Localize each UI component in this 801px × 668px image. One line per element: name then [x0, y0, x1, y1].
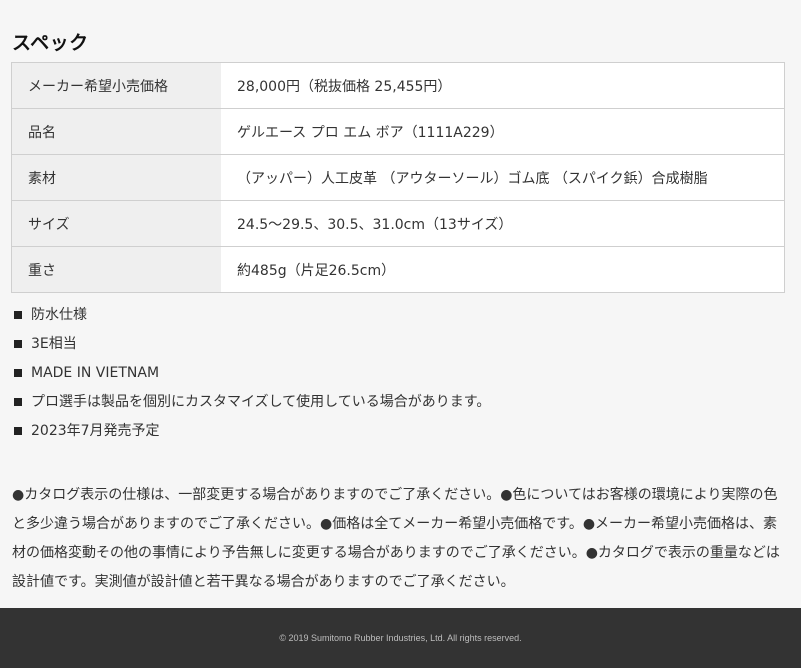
- feature-text: 3E相当: [31, 335, 77, 352]
- spec-label: 素材: [11, 154, 221, 201]
- square-bullet-icon: [14, 339, 22, 348]
- square-bullet-icon: [14, 426, 22, 435]
- square-bullet-icon: [14, 397, 22, 406]
- spec-label: サイズ: [11, 200, 221, 247]
- section-title: スペック: [12, 31, 89, 54]
- table-row: サイズ 24.5～29.5、30.5、31.0cm（13サイズ）: [11, 200, 785, 247]
- feature-text: プロ選手は製品を個別にカスタマイズして使用している場合があります。: [31, 393, 491, 410]
- feature-text: MADE IN VIETNAM: [31, 364, 160, 381]
- table-row: 素材 （アッパー）人工皮革 （アウターソール）ゴム底 （スパイク鋲）合成樹脂: [11, 154, 785, 201]
- feature-text: 防水仕様: [31, 306, 87, 323]
- list-item: 3E相当: [12, 329, 490, 358]
- spec-label: 品名: [11, 108, 221, 155]
- spec-label: メーカー希望小売価格: [11, 62, 221, 109]
- spec-table: メーカー希望小売価格 28,000円（税抜価格 25,455円） 品名 ゲルエー…: [11, 62, 785, 293]
- spec-value: 28,000円（税抜価格 25,455円）: [221, 62, 785, 109]
- spec-value: 約485g（片足26.5cm）: [221, 246, 785, 293]
- table-row: メーカー希望小売価格 28,000円（税抜価格 25,455円）: [11, 62, 785, 109]
- spec-value: 24.5～29.5、30.5、31.0cm（13サイズ）: [221, 200, 785, 247]
- list-item: MADE IN VIETNAM: [12, 358, 490, 387]
- table-row: 重さ 約485g（片足26.5cm）: [11, 246, 785, 293]
- list-item: 2023年7月発売予定: [12, 416, 490, 445]
- spec-value: ゲルエース プロ エム ボア（1111A229）: [221, 108, 785, 155]
- feature-list: 防水仕様 3E相当 MADE IN VIETNAM プロ選手は製品を個別にカスタ…: [12, 300, 490, 445]
- spec-value: （アッパー）人工皮革 （アウターソール）ゴム底 （スパイク鋲）合成樹脂: [221, 154, 785, 201]
- table-row: 品名 ゲルエース プロ エム ボア（1111A229）: [11, 108, 785, 155]
- disclaimer-notes: ●カタログ表示の仕様は、一部変更する場合がありますのでご了承ください。●色につい…: [12, 487, 780, 590]
- feature-text: 2023年7月発売予定: [31, 422, 160, 439]
- list-item: プロ選手は製品を個別にカスタマイズして使用している場合があります。: [12, 387, 490, 416]
- footer: © 2019 Sumitomo Rubber Industries, Ltd. …: [0, 608, 801, 668]
- spec-label: 重さ: [11, 246, 221, 293]
- list-item: 防水仕様: [12, 300, 490, 329]
- square-bullet-icon: [14, 310, 22, 319]
- square-bullet-icon: [14, 368, 22, 377]
- copyright-text: © 2019 Sumitomo Rubber Industries, Ltd. …: [279, 633, 522, 643]
